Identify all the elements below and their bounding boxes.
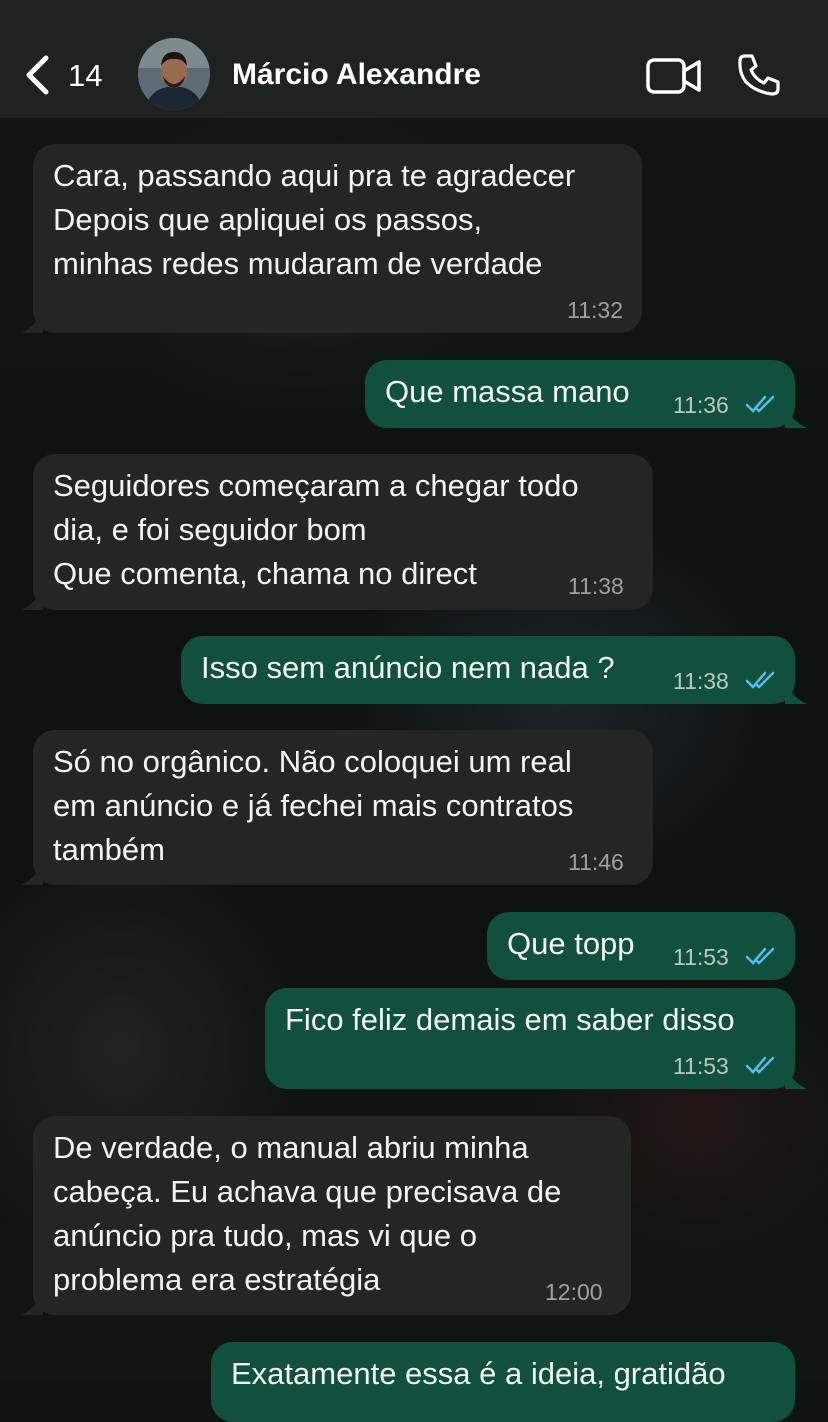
read-receipt-icon (745, 395, 775, 413)
avatar[interactable] (138, 38, 210, 110)
message-incoming[interactable]: Só no orgânico. Não coloquei um real em … (21, 730, 653, 885)
message-incoming[interactable]: Seguidores começaram a chegar todo dia, … (21, 454, 653, 610)
bubble-tail (21, 1293, 43, 1315)
message-text-line: Que massa mano (385, 374, 630, 409)
read-receipt-icon (745, 671, 775, 689)
message-text-line: anúncio pra tudo, mas vi que o (53, 1218, 477, 1253)
message-text-line: dia, e foi seguidor bom (53, 512, 367, 547)
message-text-line: Seguidores começaram a chegar todo (53, 468, 579, 503)
bubble-tail (785, 682, 807, 704)
message-time: 11:32 (567, 297, 623, 323)
message-text-line: em anúncio e já fechei mais contratos (53, 788, 574, 823)
message-time: 12:00 (545, 1279, 603, 1305)
bubble-tail (785, 406, 807, 428)
message-time: 11:38 (568, 573, 624, 599)
message-text-line: Cara, passando aqui pra te agradecer (53, 158, 576, 193)
message-text-line: Fico feliz demais em saber disso (285, 1002, 735, 1037)
message-text-line: também (53, 832, 165, 867)
message-text-line: Depois que apliquei os passos, (53, 202, 483, 237)
message-text-line: minhas redes mudaram de verdade (53, 246, 543, 281)
bubble-tail (21, 311, 43, 333)
message-incoming[interactable]: De verdade, o manual abriu minha cabeça.… (21, 1116, 631, 1315)
video-camera-icon[interactable] (645, 56, 703, 96)
message-text-line: Isso sem anúncio nem nada ? (201, 650, 615, 685)
message-time: 11:53 (673, 1053, 729, 1079)
read-receipt-icon (745, 947, 775, 965)
read-receipt-icon (745, 1056, 775, 1074)
bubble-tail (21, 588, 43, 610)
message-outgoing[interactable]: Que massa mano 11:36 (365, 360, 807, 428)
bubble-tail (21, 863, 43, 885)
message-outgoing[interactable]: Isso sem anúncio nem nada ? 11:38 (181, 636, 807, 704)
message-time: 11:46 (568, 849, 624, 875)
message-text-line: cabeça. Eu achava que precisava de (53, 1174, 562, 1209)
chevron-left-icon[interactable] (22, 54, 54, 96)
message-text-line: Só no orgânico. Não coloquei um real (53, 744, 572, 779)
message-text-line: De verdade, o manual abriu minha (53, 1130, 529, 1165)
message-text-line: problema era estratégia (53, 1262, 381, 1297)
message-outgoing[interactable]: Que topp 11:53 (487, 912, 795, 980)
message-text-line: Que comenta, chama no direct (53, 556, 477, 591)
message-time: 11:53 (673, 944, 729, 970)
message-outgoing[interactable]: Exatamente essa é a ideia, gratidão (211, 1342, 795, 1422)
phone-icon[interactable] (736, 52, 782, 98)
message-outgoing[interactable]: Fico feliz demais em saber disso 11:53 (265, 988, 807, 1089)
bubble-tail (785, 1067, 807, 1089)
message-time: 11:38 (673, 668, 729, 694)
chat-header: 14 Márcio Alexandre (0, 0, 828, 118)
message-time: 11:36 (673, 392, 729, 418)
message-text-line: Exatamente essa é a ideia, gratidão (231, 1356, 726, 1391)
contact-name[interactable]: Márcio Alexandre (232, 55, 481, 95)
message-text-line: Que topp (507, 926, 635, 961)
unread-count[interactable]: 14 (68, 56, 102, 96)
message-incoming[interactable]: Cara, passando aqui pra te agradecer Dep… (21, 144, 642, 333)
